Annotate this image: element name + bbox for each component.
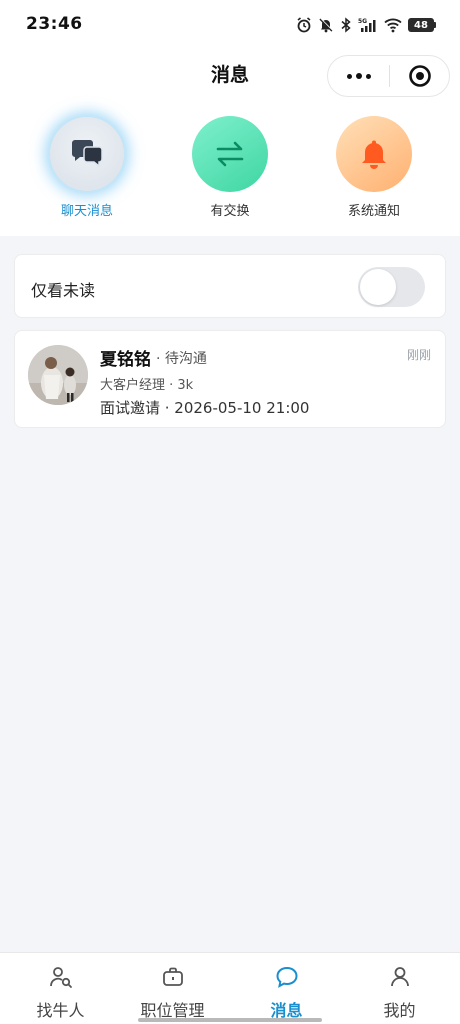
tab-messages[interactable]: 消息 (229, 953, 344, 1024)
contact-position: 大客户经理 · 3k (100, 378, 194, 393)
chat-bubble-icon (275, 965, 299, 989)
category-label: 系统通知 (347, 204, 400, 219)
tab-find-talent[interactable]: 找牛人 (3, 953, 118, 1024)
battery-level: 48 (408, 18, 434, 32)
alarm-icon (296, 17, 312, 33)
tab-profile[interactable]: 我的 (342, 953, 457, 1024)
conversation-item[interactable]: 夏铭铭 · 待沟通 刚刚 大客户经理 · 3k 面试邀请 · 2026-05-1… (14, 330, 446, 428)
category-chat-messages[interactable]: 聊天消息 (32, 116, 142, 221)
target-circle-icon[interactable] (390, 56, 449, 96)
bluetooth-icon (340, 17, 352, 33)
unread-only-toggle[interactable] (358, 267, 425, 307)
network-type-label: 5G (358, 18, 367, 25)
tab-job-management[interactable]: 职位管理 (115, 953, 230, 1024)
category-system-notice[interactable]: 系统通知 (319, 116, 429, 221)
contact-name: 夏铭铭 (100, 350, 151, 370)
unread-filter-label: 仅看未读 (31, 281, 96, 300)
status-icons: 5G 48 (296, 15, 436, 35)
category-exchange[interactable]: 有交换 (175, 116, 285, 221)
unread-filter-card: 仅看未读 (14, 254, 446, 318)
signal-icon: 5G (358, 17, 378, 33)
home-indicator (138, 1018, 322, 1022)
mini-program-capsule (327, 55, 450, 97)
tab-label: 找牛人 (36, 1001, 85, 1020)
person-search-icon (49, 965, 73, 989)
message-time: 刚刚 (406, 348, 431, 362)
mute-bell-icon (318, 17, 334, 33)
category-label: 聊天消息 (60, 204, 113, 219)
bell-icon (336, 116, 412, 192)
briefcase-icon (161, 965, 185, 989)
profile-icon (388, 965, 412, 989)
more-dots-icon[interactable] (328, 56, 389, 96)
battery-icon: 48 (408, 18, 436, 32)
status-bar: 23:46 5G 48 (0, 0, 460, 50)
chat-bubbles-icon (49, 116, 125, 192)
toggle-knob (360, 269, 396, 305)
wifi-icon (384, 17, 402, 33)
avatar (28, 345, 88, 405)
message-preview: 面试邀请 · 2026-05-10 21:00 (100, 399, 310, 417)
tab-label: 我的 (383, 1001, 416, 1020)
contact-status: · 待沟通 (156, 351, 207, 367)
bottom-tab-bar: 找牛人 职位管理 消息 我的 (0, 952, 460, 1024)
category-label: 有交换 (210, 204, 250, 219)
swap-arrows-icon (192, 116, 268, 192)
status-time: 23:46 (26, 14, 83, 34)
